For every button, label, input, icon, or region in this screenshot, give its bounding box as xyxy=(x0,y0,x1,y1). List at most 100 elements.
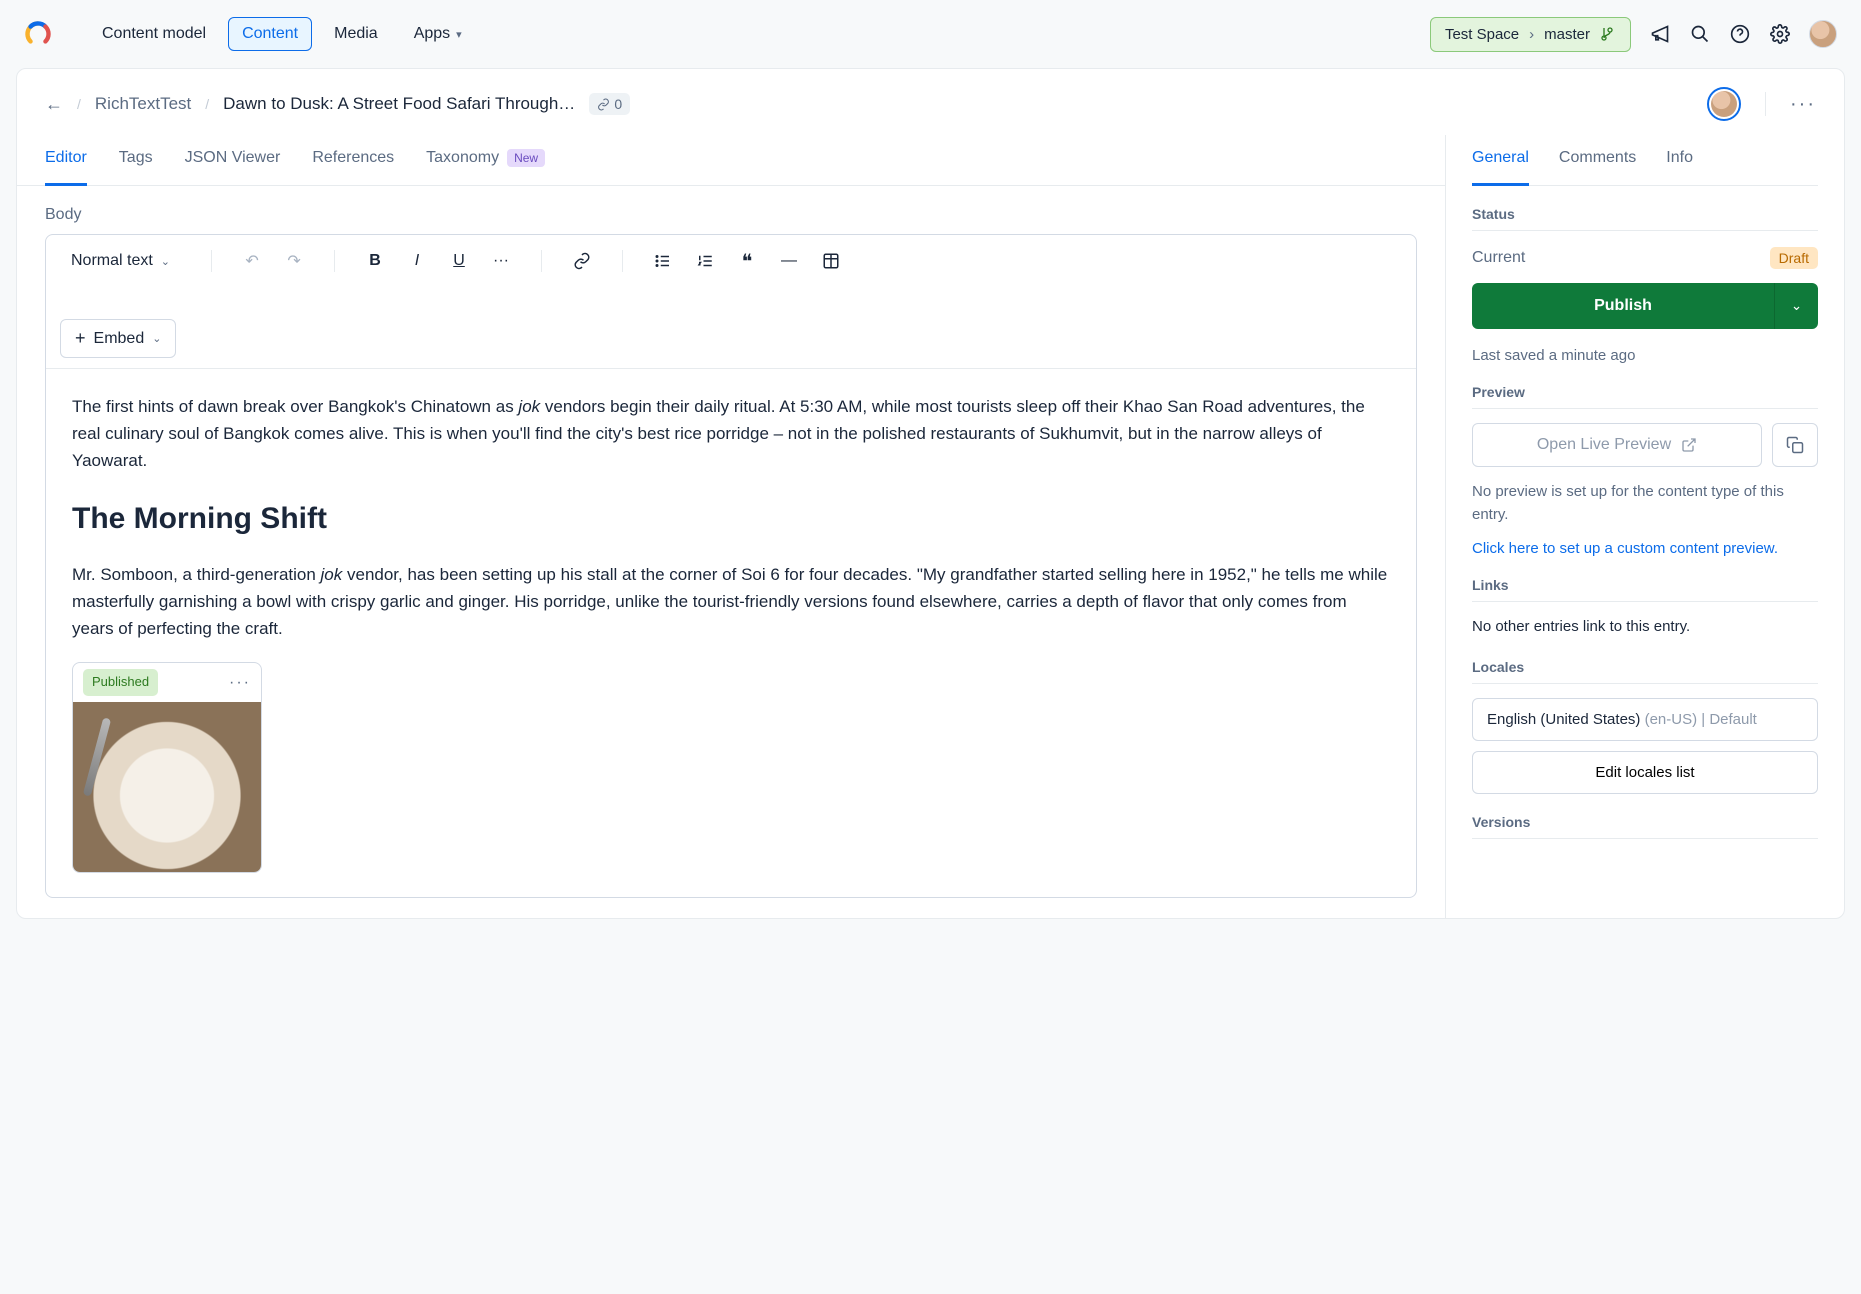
embed-label: Embed xyxy=(94,330,145,348)
nav-content-model[interactable]: Content model xyxy=(88,17,220,51)
back-arrow-icon[interactable]: ← xyxy=(45,94,63,115)
avatar[interactable] xyxy=(1809,20,1837,48)
bullet-list-icon[interactable] xyxy=(653,252,673,270)
embedded-asset-card[interactable]: Published ··· xyxy=(72,662,262,873)
current-label: Current xyxy=(1472,249,1525,267)
toolbar-divider xyxy=(622,250,623,272)
divider xyxy=(1765,92,1766,116)
rich-text-editor: Normal text ⌄ ↶ ↷ B I U xyxy=(45,234,1417,898)
link-icon xyxy=(597,98,610,111)
gear-icon[interactable] xyxy=(1769,23,1791,45)
topbar: Content model Content Media Apps ▾ Test … xyxy=(0,0,1861,68)
paragraph: Mr. Somboon, a third-generation jok vend… xyxy=(72,561,1390,643)
env-name: master xyxy=(1544,26,1590,43)
side-tab-general[interactable]: General xyxy=(1472,135,1529,186)
copy-preview-icon[interactable] xyxy=(1772,423,1818,467)
editor-column: Editor Tags JSON Viewer References Taxon… xyxy=(17,135,1446,918)
toolbar-divider xyxy=(211,250,212,272)
tab-json-viewer[interactable]: JSON Viewer xyxy=(185,135,281,186)
hyperlink-icon[interactable] xyxy=(572,252,592,270)
nav-media[interactable]: Media xyxy=(320,17,392,51)
chevron-down-icon: ⌄ xyxy=(152,332,161,345)
chevron-down-icon: ▾ xyxy=(456,28,462,41)
links-text: No other entries link to this entry. xyxy=(1472,616,1818,639)
setup-preview-link[interactable]: Click here to set up a custom content pr… xyxy=(1472,540,1818,557)
top-navigation: Content model Content Media Apps ▾ xyxy=(88,17,1430,51)
preview-label: Open Live Preview xyxy=(1537,436,1671,454)
side-tab-comments[interactable]: Comments xyxy=(1559,135,1636,186)
embed-button[interactable]: + Embed ⌄ xyxy=(60,319,176,358)
nav-apps[interactable]: Apps ▾ xyxy=(400,17,476,51)
breadcrumb-parent[interactable]: RichTextTest xyxy=(95,94,191,114)
locale-selector[interactable]: English (United States) (en-US) | Defaul… xyxy=(1472,698,1818,741)
entry-title: Dawn to Dusk: A Street Food Safari Throu… xyxy=(223,94,575,114)
help-icon[interactable] xyxy=(1729,23,1751,45)
nav-content[interactable]: Content xyxy=(228,17,312,51)
editor-tabs: Editor Tags JSON Viewer References Taxon… xyxy=(17,135,1445,186)
last-saved-text: Last saved a minute ago xyxy=(1472,347,1818,364)
tab-editor[interactable]: Editor xyxy=(45,135,87,186)
publish-button[interactable]: Publish xyxy=(1472,283,1774,329)
side-tab-info[interactable]: Info xyxy=(1666,135,1693,186)
section-status-heading: Status xyxy=(1472,206,1818,231)
topbar-right: Test Space › master xyxy=(1430,17,1837,52)
tab-taxonomy-label: Taxonomy xyxy=(426,149,499,167)
redo-icon[interactable]: ↷ xyxy=(284,251,304,271)
blockquote-icon[interactable]: ❝ xyxy=(737,249,757,274)
toolbar-divider xyxy=(541,250,542,272)
tab-tags[interactable]: Tags xyxy=(119,135,153,186)
sidebar-tabs: General Comments Info xyxy=(1472,135,1818,186)
open-live-preview-button[interactable]: Open Live Preview xyxy=(1472,423,1762,467)
breadcrumb: ← / RichTextTest / Dawn to Dusk: A Stree… xyxy=(17,69,1844,135)
main-card: ← / RichTextTest / Dawn to Dusk: A Stree… xyxy=(16,68,1845,919)
logo xyxy=(24,20,52,48)
plus-icon: + xyxy=(75,328,86,349)
chevron-down-icon: ⌄ xyxy=(1791,298,1802,314)
new-badge: New xyxy=(507,149,545,167)
locale-name: English (United States) xyxy=(1487,711,1640,728)
paragraph: The first hints of dawn break over Bangk… xyxy=(72,393,1390,475)
tab-taxonomy[interactable]: Taxonomy New xyxy=(426,135,545,186)
undo-icon[interactable]: ↶ xyxy=(242,251,262,271)
section-locales-heading: Locales xyxy=(1472,659,1818,684)
space-name: Test Space xyxy=(1445,26,1519,43)
underline-icon[interactable]: U xyxy=(449,252,469,270)
no-preview-text: No preview is set up for the content typ… xyxy=(1472,481,1818,526)
toolbar-divider xyxy=(334,250,335,272)
nav-apps-label: Apps xyxy=(414,25,450,43)
more-menu-icon[interactable]: ··· xyxy=(1790,93,1816,116)
status-badge: Draft xyxy=(1770,247,1818,269)
branch-icon xyxy=(1600,26,1616,42)
incoming-links-pill[interactable]: 0 xyxy=(589,93,630,115)
chevron-down-icon: ⌄ xyxy=(161,255,170,268)
sidebar-column: General Comments Info Status Current Dra… xyxy=(1446,135,1844,918)
breadcrumb-sep: / xyxy=(205,96,209,112)
more-formatting-icon[interactable]: ··· xyxy=(491,252,511,270)
format-dropdown[interactable]: Normal text ⌄ xyxy=(60,245,181,277)
rte-toolbar: Normal text ⌄ ↶ ↷ B I U xyxy=(46,235,1416,369)
section-versions-heading: Versions xyxy=(1472,814,1818,839)
space-env-selector[interactable]: Test Space › master xyxy=(1430,17,1631,52)
locale-suffix: (en-US) | Default xyxy=(1645,711,1757,728)
publish-dropdown[interactable]: ⌄ xyxy=(1774,283,1818,329)
ordered-list-icon[interactable] xyxy=(695,252,715,270)
links-count: 0 xyxy=(614,96,622,112)
tab-references[interactable]: References xyxy=(312,135,394,186)
external-link-icon xyxy=(1681,437,1697,453)
horizontal-rule-icon[interactable]: — xyxy=(779,252,799,270)
asset-thumbnail xyxy=(73,702,261,872)
breadcrumb-sep: / xyxy=(77,96,81,112)
edit-locales-button[interactable]: Edit locales list xyxy=(1472,751,1818,794)
chevron-right-icon: › xyxy=(1529,26,1534,43)
heading-2: The Morning Shift xyxy=(72,495,1390,543)
asset-more-icon[interactable]: ··· xyxy=(229,670,251,696)
format-label: Normal text xyxy=(71,252,153,270)
section-preview-heading: Preview xyxy=(1472,384,1818,409)
announce-icon[interactable] xyxy=(1649,23,1671,45)
italic-icon[interactable]: I xyxy=(407,252,427,270)
presence-avatar[interactable] xyxy=(1707,87,1741,121)
bold-icon[interactable]: B xyxy=(365,252,385,270)
rte-content-area[interactable]: The first hints of dawn break over Bangk… xyxy=(46,369,1416,897)
search-icon[interactable] xyxy=(1689,23,1711,45)
table-icon[interactable] xyxy=(821,252,841,270)
